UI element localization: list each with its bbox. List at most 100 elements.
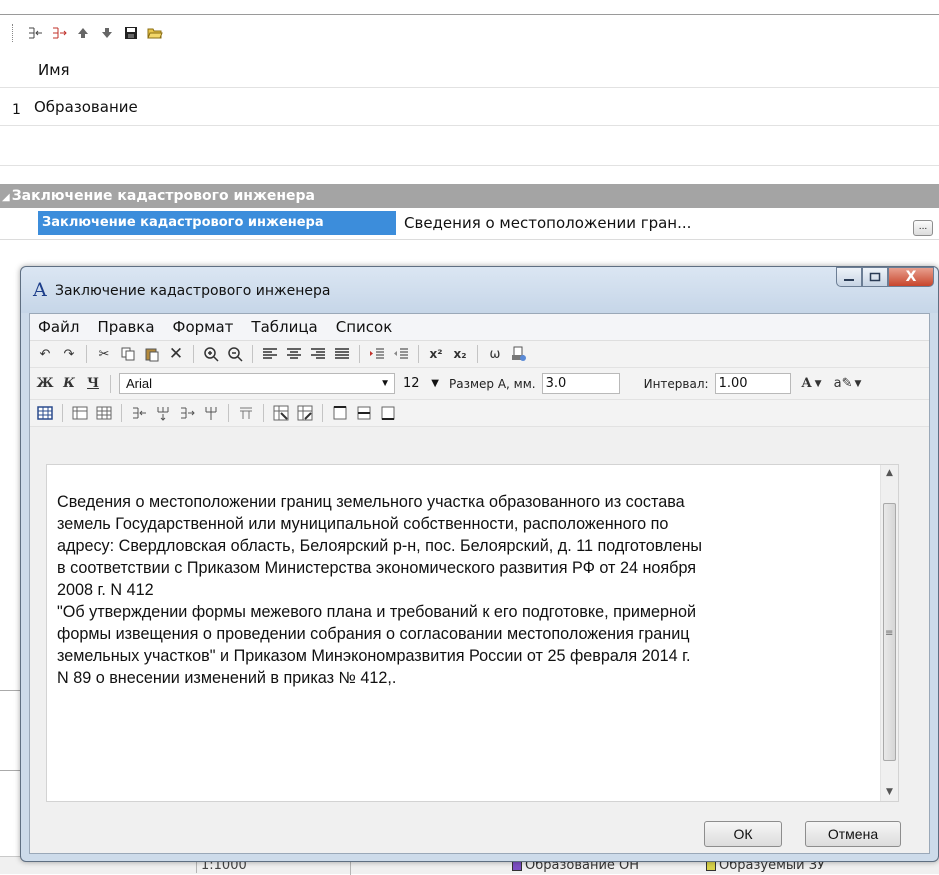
move-down-icon[interactable] [98,24,116,42]
collapse-triangle-icon[interactable]: ◢ [2,192,10,203]
top-border [0,14,939,15]
delete-icon[interactable]: ✕ [167,344,185,364]
dialog-titlebar[interactable]: A Заключение кадастрового инженера X [21,267,938,313]
insert-row-after-icon[interactable] [178,404,196,422]
undo-icon[interactable]: ↶ [36,345,54,363]
table-row[interactable]: 1 Образование [0,88,939,126]
size-mm-input[interactable]: 3.0 [541,373,620,394]
maximize-button[interactable] [862,267,888,287]
toolbar-separator [121,404,122,422]
save-icon[interactable] [122,24,140,42]
zoom-in-icon[interactable] [202,345,220,363]
dropdown-arrow-icon: ▼ [380,378,390,389]
highlight-color-icon[interactable]: a ✎ ▼ [833,375,863,393]
table-properties-icon[interactable] [71,404,89,422]
menu-format[interactable]: Формат [171,318,236,336]
editor-content[interactable]: Сведения о местоположении границ земельн… [57,491,882,689]
font-size-select[interactable]: 12 ▼ [401,373,443,394]
text-color-icon[interactable]: A ▼ [797,375,827,393]
toolbar-separator [228,404,229,422]
interval-label: Интервал: [643,376,709,391]
indent-decrease-icon[interactable] [392,345,410,363]
move-up-icon[interactable] [74,24,92,42]
redo-icon[interactable]: ↷ [60,345,78,363]
cut-icon[interactable]: ✂ [95,345,113,363]
dialog-title: Заключение кадастрового инженера [55,283,331,299]
toolbar-separator [322,404,323,422]
align-left-icon[interactable] [261,345,279,363]
scroll-up-icon[interactable]: ▲ [881,465,898,482]
menu-edit[interactable]: Правка [95,318,156,336]
property-row[interactable]: Заключение кадастрового инженера Сведени… [0,208,939,240]
font-family-value: Arial [126,376,153,391]
subscript-icon[interactable]: x₂ [451,345,469,363]
font-family-select[interactable]: Arial ▼ [119,373,395,394]
text-editor-dialog: A Заключение кадастрового инженера X Фай… [20,266,939,862]
zoom-out-icon[interactable] [226,345,244,363]
toolbar-separator [252,345,253,363]
empty-row[interactable] [0,126,939,166]
cell-properties-icon[interactable] [95,404,113,422]
scroll-grip-icon: ≡ [885,628,894,639]
interval-input[interactable]: 1.00 [714,373,791,394]
property-label: Заключение кадастрового инженера [38,211,396,235]
toolbar-separator [418,345,419,363]
print-preview-icon[interactable] [510,345,528,363]
size-mm-label: Размер А, мм. [449,376,536,391]
highlight-glyph: a [833,376,842,391]
section-header[interactable]: ◢ Заключение кадастрового инженера [0,184,939,208]
border-top-icon[interactable] [331,404,349,422]
row-number: 1 [12,102,21,118]
ok-button[interactable]: ОК [704,821,782,847]
superscript-icon[interactable]: x² [427,345,445,363]
scroll-down-icon[interactable]: ▼ [881,784,898,801]
align-right-icon[interactable] [309,345,327,363]
insert-row-before-icon[interactable] [130,404,148,422]
ellipsis-button[interactable]: ... [913,220,933,236]
column-header-name[interactable]: Имя [0,52,939,88]
border-bottom-icon[interactable] [379,404,397,422]
property-value[interactable]: Сведения о местоположении гран... [404,214,691,232]
edit-toolbar: ↶ ↷ ✂ ✕ x² x₂ ω [30,341,929,368]
toolbar-separator [62,404,63,422]
cancel-button[interactable]: Отмена [805,821,901,847]
menu-list[interactable]: Список [334,318,395,336]
minimize-icon [844,279,854,281]
app-icon: A [33,279,47,301]
insert-table-icon[interactable] [36,404,54,422]
menu-table[interactable]: Таблица [249,318,319,336]
align-justify-icon[interactable] [333,345,351,363]
table-style-icon[interactable] [296,404,314,422]
underline-button[interactable]: Ч [84,375,102,393]
append-row-icon[interactable] [50,24,68,42]
toolbar-separator [193,345,194,363]
row-name-cell[interactable]: Образование [34,88,138,126]
insert-column-after-icon[interactable] [202,404,220,422]
italic-button[interactable]: К [60,375,78,393]
special-symbol-icon[interactable]: ω [486,345,504,363]
insert-row-icon[interactable] [26,24,44,42]
close-icon: X [905,269,917,285]
vertical-scrollbar[interactable]: ▲ ≡ ▼ [880,465,898,801]
window-controls: X [836,267,934,287]
copy-icon[interactable] [119,345,137,363]
toolbar-grip [12,24,16,42]
indent-increase-icon[interactable] [368,345,386,363]
toolbar-separator [110,374,111,393]
cell-style-icon[interactable] [272,404,290,422]
text-editor-area[interactable]: Сведения о местоположении границ земельн… [46,464,899,802]
dropdown-arrow-icon: ▼ [431,378,439,389]
close-button[interactable]: X [888,267,934,287]
open-folder-icon[interactable] [146,24,164,42]
maximize-icon [869,272,881,282]
minimize-button[interactable] [836,267,862,287]
paste-icon[interactable] [143,345,161,363]
background-divider [0,690,20,691]
border-middle-icon[interactable] [355,404,373,422]
table-toolbar [30,400,929,427]
menu-file[interactable]: Файл [36,318,81,336]
merge-cells-icon[interactable] [237,404,255,422]
bold-button[interactable]: Ж [36,375,54,393]
insert-column-icon[interactable] [154,404,172,422]
align-center-icon[interactable] [285,345,303,363]
